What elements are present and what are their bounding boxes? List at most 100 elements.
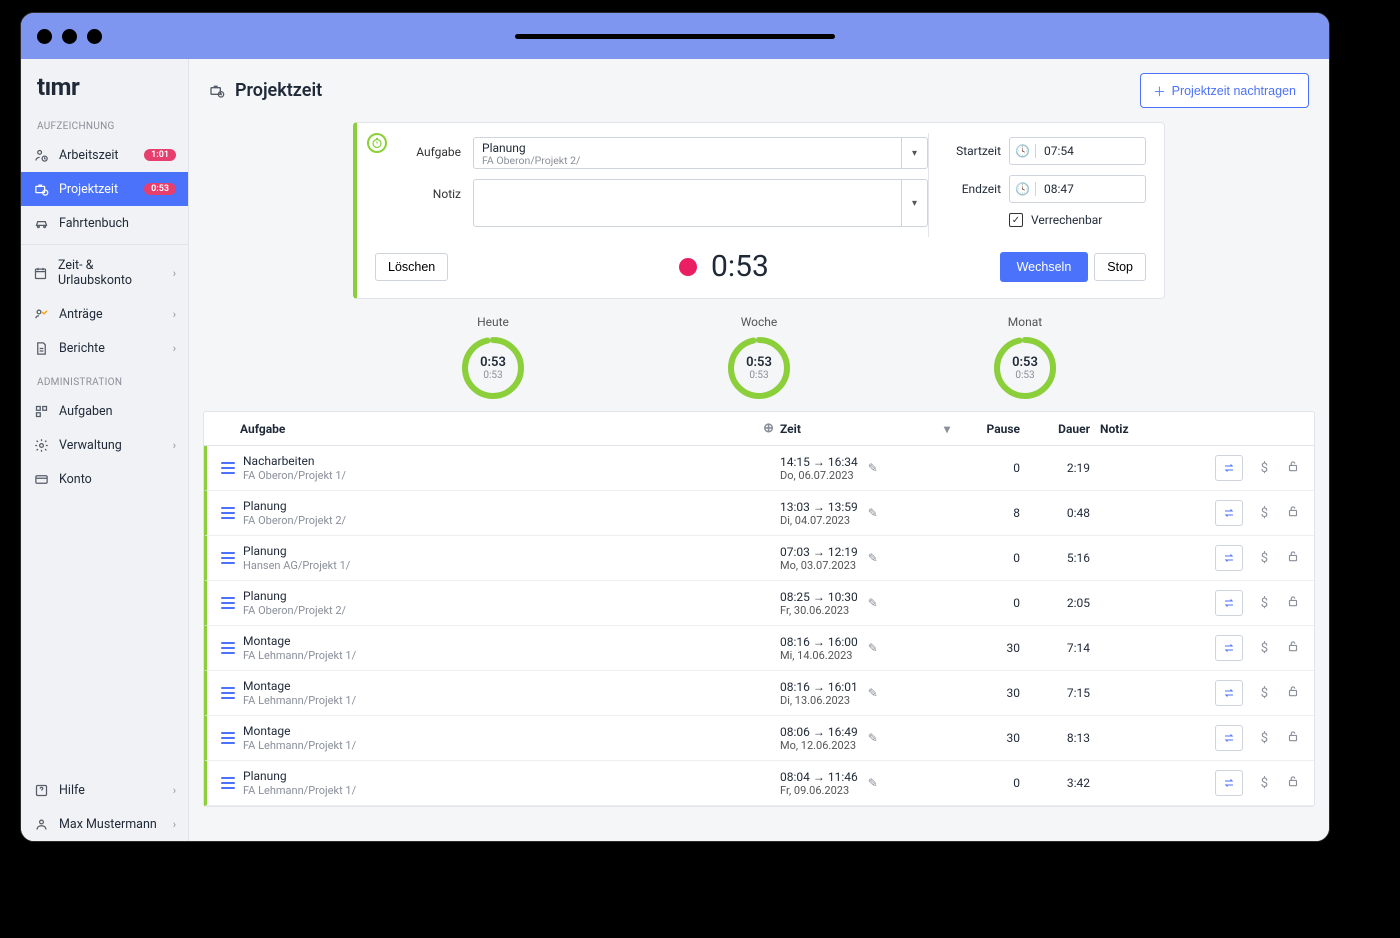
unlock-icon[interactable] bbox=[1286, 774, 1300, 792]
drag-handle-icon[interactable] bbox=[221, 552, 235, 564]
pencil-icon[interactable]: ✎ bbox=[868, 551, 878, 565]
pencil-icon[interactable]: ✎ bbox=[868, 776, 878, 790]
row-task-path: FA Oberon/Projekt 1/ bbox=[243, 469, 346, 482]
sidebar-item-label: Zeit- & Urlaubskonto bbox=[58, 258, 163, 288]
col-pause[interactable]: Pause bbox=[950, 422, 1020, 436]
row-task-title: Planung bbox=[243, 544, 763, 558]
pencil-icon[interactable]: ✎ bbox=[868, 686, 878, 700]
drag-handle-icon[interactable] bbox=[221, 597, 235, 609]
drag-handle-icon[interactable] bbox=[221, 777, 235, 789]
pencil-icon[interactable]: ✎ bbox=[868, 461, 878, 475]
swap-button[interactable] bbox=[1215, 545, 1243, 571]
drag-handle-icon[interactable] bbox=[221, 732, 235, 744]
notiz-input[interactable] bbox=[473, 179, 902, 227]
wechseln-button[interactable]: Wechseln bbox=[1000, 252, 1089, 282]
unlock-icon[interactable] bbox=[1286, 729, 1300, 747]
sidebar-item-zeitkonto[interactable]: Zeit- & Urlaubskonto › bbox=[21, 249, 188, 297]
col-zeit[interactable]: Zeit▾ bbox=[780, 422, 950, 436]
swap-button[interactable] bbox=[1215, 590, 1243, 616]
chevron-down-icon[interactable]: ▾ bbox=[902, 179, 928, 227]
table-row[interactable]: Montage FA Lehmann/Projekt 1/ ⊕ 08:06 → … bbox=[204, 716, 1314, 761]
target-icon[interactable]: ⊕ bbox=[763, 421, 774, 436]
drag-handle-icon[interactable] bbox=[221, 507, 235, 519]
billable-icon[interactable]: $ bbox=[1261, 461, 1268, 476]
drag-handle-icon[interactable] bbox=[221, 642, 235, 654]
add-projecttime-button[interactable]: ＋ Projektzeit nachtragen bbox=[1140, 73, 1309, 108]
sidebar-item-verwaltung[interactable]: Verwaltung › bbox=[21, 428, 188, 462]
billable-icon[interactable]: $ bbox=[1261, 551, 1268, 566]
sidebar: tımr AUFZEICHNUNG Arbeitszeit 1:01 Proje… bbox=[21, 59, 189, 841]
table-row[interactable]: Montage FA Lehmann/Projekt 1/ ⊕ 08:16 → … bbox=[204, 671, 1314, 716]
table-row[interactable]: Planung FA Oberon/Projekt 2/ ⊕ 08:25 → 1… bbox=[204, 581, 1314, 626]
col-aufgabe[interactable]: Aufgabe bbox=[240, 422, 763, 436]
sidebar-item-konto[interactable]: Konto bbox=[21, 462, 188, 496]
chevron-right-icon: › bbox=[173, 308, 176, 321]
swap-button[interactable] bbox=[1215, 770, 1243, 796]
billable-icon[interactable]: $ bbox=[1261, 776, 1268, 791]
summary-woche: Woche 0:530:53 bbox=[726, 315, 792, 401]
billable-icon[interactable]: $ bbox=[1261, 596, 1268, 611]
close-dot[interactable] bbox=[37, 29, 52, 44]
unlock-icon[interactable] bbox=[1286, 459, 1300, 477]
col-dauer[interactable]: Dauer bbox=[1020, 422, 1090, 436]
row-duration: 2:19 bbox=[1020, 461, 1090, 475]
task-select[interactable]: Planung FA Oberon/Projekt 2/ ▾ bbox=[473, 137, 928, 169]
verrechenbar-checkbox[interactable]: ✓ Verrechenbar bbox=[945, 213, 1146, 227]
unlock-icon[interactable] bbox=[1286, 504, 1300, 522]
sidebar-item-antraege[interactable]: Anträge › bbox=[21, 297, 188, 331]
badge-arbeitszeit: 1:01 bbox=[144, 149, 176, 161]
billable-icon[interactable]: $ bbox=[1261, 731, 1268, 746]
sidebar-item-fahrtenbuch[interactable]: Fahrtenbuch bbox=[21, 206, 188, 240]
unlock-icon[interactable] bbox=[1286, 684, 1300, 702]
sidebar-item-label: Konto bbox=[59, 472, 92, 487]
row-pause: 0 bbox=[950, 776, 1020, 790]
endzeit-input[interactable]: 🕓 08:47 bbox=[1009, 175, 1146, 203]
sidebar-item-projektzeit[interactable]: Projektzeit 0:53 bbox=[21, 172, 188, 206]
row-pause: 0 bbox=[950, 596, 1020, 610]
unlock-icon[interactable] bbox=[1286, 594, 1300, 612]
sidebar-item-berichte[interactable]: Berichte › bbox=[21, 331, 188, 365]
pencil-icon[interactable]: ✎ bbox=[868, 731, 878, 745]
maximize-dot[interactable] bbox=[87, 29, 102, 44]
unlock-icon[interactable] bbox=[1286, 639, 1300, 657]
minimize-dot[interactable] bbox=[62, 29, 77, 44]
startzeit-input[interactable]: 🕓 07:54 bbox=[1009, 137, 1146, 165]
row-time-range: 14:15 → 16:34 bbox=[780, 455, 858, 469]
pencil-icon[interactable]: ✎ bbox=[868, 506, 878, 520]
col-notiz[interactable]: Notiz bbox=[1090, 422, 1160, 436]
row-task-title: Montage bbox=[243, 679, 763, 693]
swap-button[interactable] bbox=[1215, 500, 1243, 526]
chevron-right-icon: › bbox=[173, 784, 176, 797]
table-row[interactable]: Planung Hansen AG/Projekt 1/ ⊕ 07:03 → 1… bbox=[204, 536, 1314, 581]
sidebar-item-user[interactable]: Max Mustermann › bbox=[21, 807, 188, 841]
unlock-icon[interactable] bbox=[1286, 549, 1300, 567]
drag-handle-icon[interactable] bbox=[221, 687, 235, 699]
sidebar-item-hilfe[interactable]: Hilfe › bbox=[21, 773, 188, 807]
billable-icon[interactable]: $ bbox=[1261, 641, 1268, 656]
pencil-icon[interactable]: ✎ bbox=[868, 596, 878, 610]
swap-button[interactable] bbox=[1215, 725, 1243, 751]
swap-button[interactable] bbox=[1215, 680, 1243, 706]
row-task-title: Montage bbox=[243, 634, 763, 648]
document-icon bbox=[33, 340, 49, 356]
billable-icon[interactable]: $ bbox=[1261, 506, 1268, 521]
pencil-icon[interactable]: ✎ bbox=[868, 641, 878, 655]
row-date: Fr, 09.06.2023 bbox=[780, 784, 858, 797]
swap-button[interactable] bbox=[1215, 635, 1243, 661]
summary-monat: Monat 0:530:53 bbox=[992, 315, 1058, 401]
table-row[interactable]: Planung FA Lehmann/Projekt 1/ ⊕ 08:04 → … bbox=[204, 761, 1314, 806]
table-header: Aufgabe ⊕ Zeit▾ Pause Dauer Notiz bbox=[204, 412, 1314, 446]
clock-icon: 🕓 bbox=[1010, 144, 1036, 158]
table-row[interactable]: Nacharbeiten FA Oberon/Projekt 1/ ⊕ 14:1… bbox=[204, 446, 1314, 491]
table-row[interactable]: Montage FA Lehmann/Projekt 1/ ⊕ 08:16 → … bbox=[204, 626, 1314, 671]
billable-icon[interactable]: $ bbox=[1261, 686, 1268, 701]
table-row[interactable]: Planung FA Oberon/Projekt 2/ ⊕ 13:03 → 1… bbox=[204, 491, 1314, 536]
sidebar-item-arbeitszeit[interactable]: Arbeitszeit 1:01 bbox=[21, 138, 188, 172]
row-date: Fr, 30.06.2023 bbox=[780, 604, 858, 617]
sidebar-item-aufgaben[interactable]: Aufgaben bbox=[21, 394, 188, 428]
delete-button[interactable]: Löschen bbox=[375, 253, 448, 281]
swap-button[interactable] bbox=[1215, 455, 1243, 481]
drag-handle-icon[interactable] bbox=[221, 462, 235, 474]
stop-button[interactable]: Stop bbox=[1094, 253, 1146, 281]
sidebar-item-label: Anträge bbox=[59, 307, 103, 322]
